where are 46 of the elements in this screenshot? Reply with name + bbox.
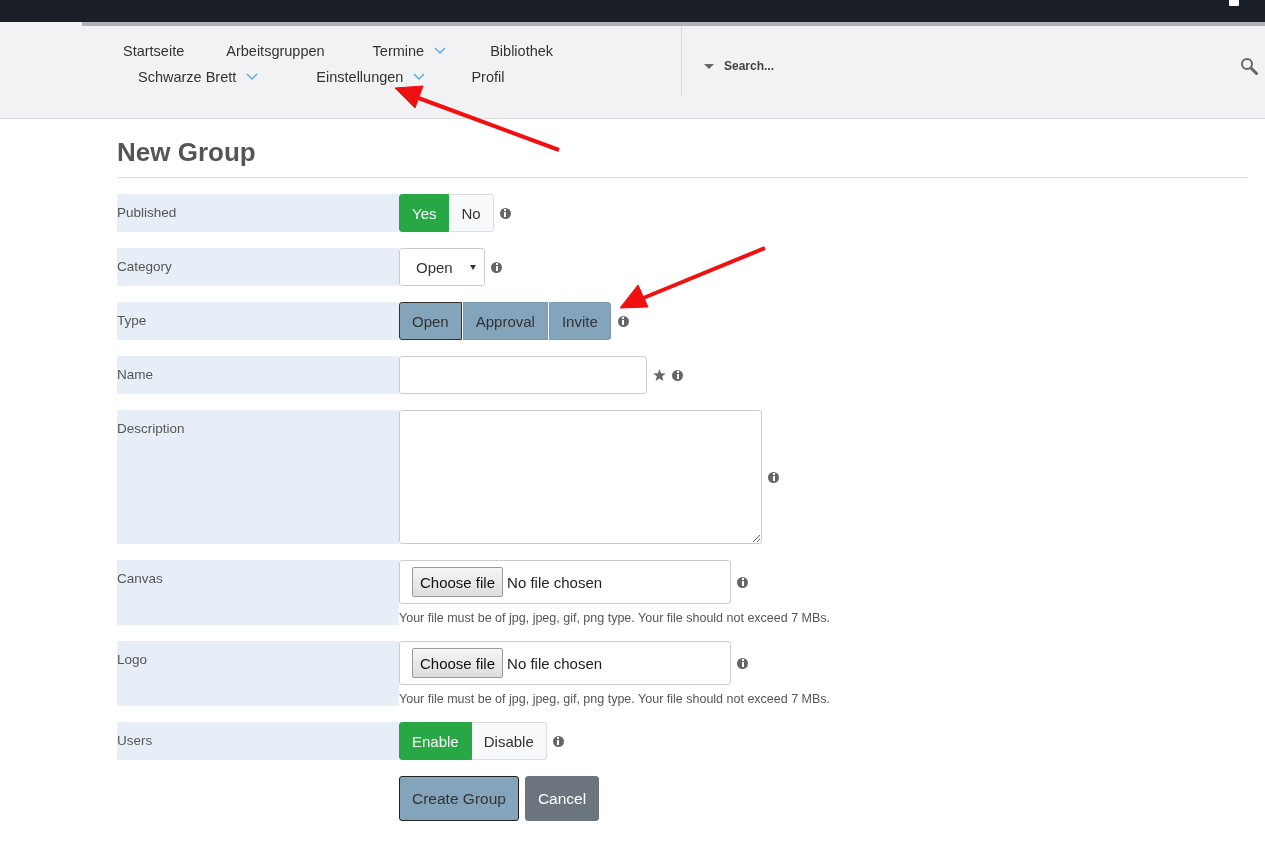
nav-link[interactable]: Arbeitsgruppen [226,38,325,64]
file-status: No file chosen [507,654,603,672]
info-icon[interactable] [617,315,629,327]
info-icon[interactable] [499,207,511,219]
info-icon[interactable] [552,735,564,747]
field-label: Published [117,194,399,232]
nav-link[interactable]: Einstellungen [316,64,426,90]
search-icon[interactable] [1240,57,1258,75]
page-title: New Group [117,119,1248,178]
file-field[interactable]: Choose file No file chosen [399,560,731,604]
nav-link[interactable]: Profil [471,64,505,90]
help-text: Your file must be of jpg, jpeg, gif, png type. Your file should not exceed 7 MBs. [399,692,831,706]
nav-link[interactable]: Bibliothek [490,38,554,64]
info-icon[interactable] [768,471,779,483]
choose-file-button[interactable]: Choose file [412,648,504,678]
nav-link[interactable]: Termine [372,38,447,64]
toggle-button[interactable]: No [449,194,494,232]
field-label: Type [117,302,399,340]
help-text: Your file must be of jpg, jpeg, gif, png type. Your file should not exceed 7 MBs. [399,611,831,625]
field-label: Logo [117,641,399,706]
segment-button[interactable]: Invite [548,302,611,340]
info-icon[interactable] [491,261,502,273]
create-button[interactable]: Create Group [399,776,519,821]
info-icon[interactable] [672,369,683,381]
search-field[interactable]: Search... [722,58,1232,74]
category-dropdown[interactable]: Open [399,248,485,286]
info-icon[interactable] [737,657,748,669]
name-field[interactable] [399,356,647,394]
description-field[interactable] [399,410,762,544]
field-label: Description [117,410,399,544]
segment-button[interactable]: Approval [462,302,548,340]
cancel-button[interactable]: Cancel [524,776,600,821]
field-label: Name [117,356,399,394]
field-label: Users [117,722,399,760]
file-field[interactable]: Choose file No file chosen [399,641,731,685]
nav-link[interactable]: Startseite [123,38,185,64]
field-label: Canvas [117,560,399,625]
choose-file-button[interactable]: Choose file [412,567,504,597]
caret-icon [470,264,476,270]
file-status: No file chosen [507,573,603,591]
field-label: Category [117,248,399,286]
info-icon[interactable] [737,576,748,588]
segment-button[interactable]: Open [399,302,462,340]
nav-link[interactable]: Schwarze Brett [138,64,259,90]
caret-icon[interactable] [704,63,714,69]
toggle-button[interactable]: Disable [471,722,547,760]
